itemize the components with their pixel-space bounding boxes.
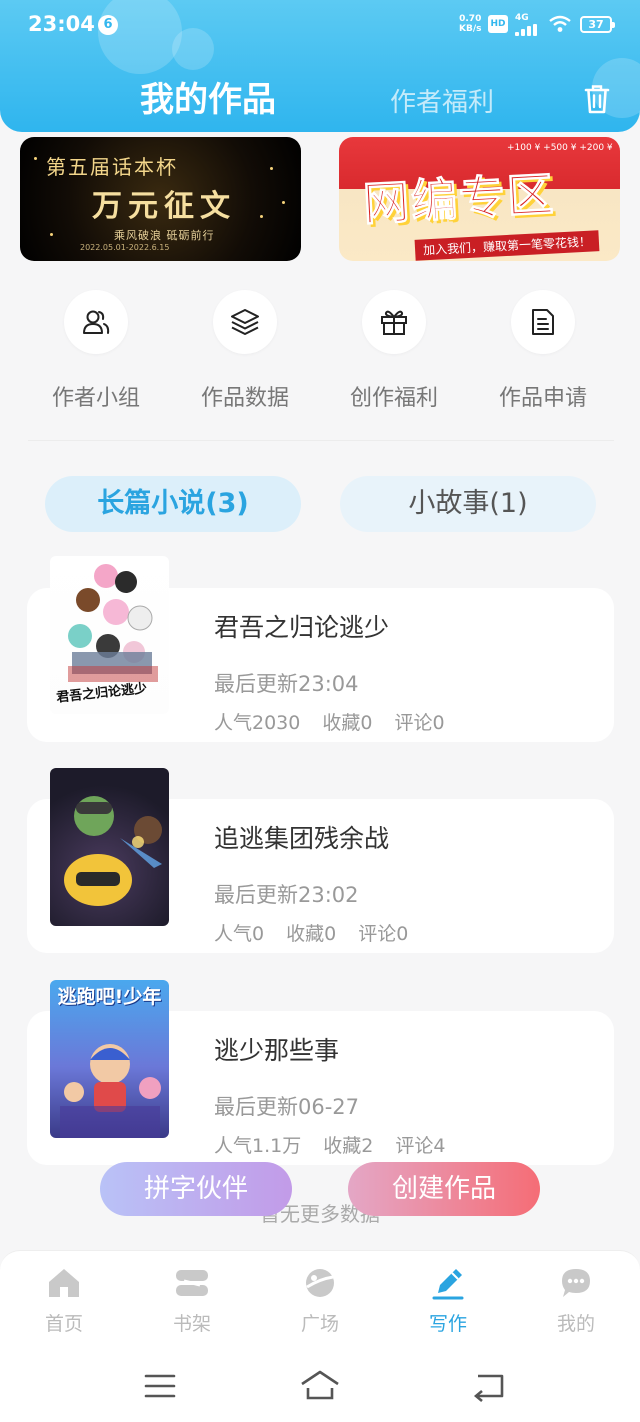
nav-item-me[interactable]: 我的 <box>512 1265 640 1345</box>
quick-item-label: 作品申请 <box>498 386 587 411</box>
net-speed-unit: KB/s <box>459 24 482 34</box>
quick-item-creation-benefits[interactable]: 创作福利 <box>318 290 468 411</box>
work-title: 君吾之归论逃少 <box>214 613 390 642</box>
nav-label: 书架 <box>172 1313 211 1335</box>
work-title: 逃少那些事 <box>214 1036 340 1065</box>
nav-label: 广场 <box>300 1313 339 1335</box>
nav-label: 写作 <box>428 1313 467 1335</box>
users-icon <box>64 290 128 354</box>
banner-editor-points: +100 ¥ +500 ¥ +200 ¥ <box>507 143 613 153</box>
status-time: 23:04 <box>28 12 95 36</box>
work-popularity: 人气2030 <box>214 712 301 734</box>
status-bar: 23:04 6 0.70 KB/s HD 4G 37 <box>0 0 640 50</box>
bottom-nav: 首页 书架 广场 写作 我的 <box>0 1250 640 1346</box>
layers-icon <box>213 290 277 354</box>
menu-icon[interactable] <box>140 1368 180 1404</box>
system-nav-bar <box>0 1346 640 1422</box>
no-more-data: 暂无更多数据 <box>260 1202 380 1226</box>
work-cover-text: 逃跑吧!少年 <box>57 986 162 1008</box>
trash-icon[interactable] <box>580 82 614 116</box>
net-speed: 0.70 KB/s <box>459 14 481 34</box>
nav-label: 首页 <box>44 1313 83 1335</box>
tab-my-works[interactable]: 我的作品 <box>140 72 276 121</box>
banner-contest-dates: 2022.05.01-2022.6.15 <box>80 243 170 252</box>
net-speed-value: 0.70 <box>459 14 482 24</box>
nav-item-home[interactable]: 首页 <box>0 1265 128 1345</box>
work-cover-image[interactable]: 君吾之归论逃少 <box>50 556 169 714</box>
work-cover-image[interactable]: 逃跑吧!少年 <box>50 980 169 1138</box>
quick-item-label: 创作福利 <box>349 386 438 411</box>
planet-icon <box>306 1269 334 1297</box>
work-updated: 最后更新23:02 <box>214 883 359 907</box>
battery-icon: 37 <box>580 16 615 33</box>
nav-item-writing[interactable]: 写作 <box>384 1265 512 1345</box>
work-popularity: 人气0 <box>214 923 265 945</box>
work-updated: 最后更新23:04 <box>214 672 359 696</box>
signal-icon <box>515 24 543 36</box>
banner-editor-subtitle: 加入我们，赚取第一笔零花钱！ <box>414 230 600 261</box>
chat-bubble-icon <box>562 1269 590 1297</box>
nav-item-plaza[interactable]: 广场 <box>256 1265 384 1345</box>
work-comments: 评论0 <box>358 923 409 945</box>
gift-icon <box>362 290 426 354</box>
quick-item-work-application[interactable]: 作品申请 <box>467 290 617 411</box>
contest-banner[interactable]: 第五届话本杯 万元征文 乘风破浪 砥砺前行 2022.05.01-2022.6.… <box>20 137 301 261</box>
quick-item-label: 作品数据 <box>200 386 289 411</box>
tab-short-stories[interactable]: 小故事(1) <box>340 476 596 532</box>
top-header: 23:04 6 0.70 KB/s HD 4G 37 我的作品 作者福利 <box>0 0 640 132</box>
wifi-icon <box>549 15 571 32</box>
work-title: 追逃集团残余战 <box>214 824 390 853</box>
network-type: 4G <box>515 13 529 23</box>
work-cover-image[interactable] <box>50 768 169 926</box>
editor-zone-banner[interactable]: +100 ¥ +500 ¥ +200 ¥ 网编专区 加入我们，赚取第一笔零花钱！ <box>339 137 620 261</box>
back-icon[interactable] <box>468 1368 508 1404</box>
work-comments: 评论4 <box>395 1135 446 1157</box>
work-stats: 人气1.1万 收藏2 评论4 <box>214 1131 467 1158</box>
banner-contest-title: 万元征文 <box>92 189 236 224</box>
document-icon <box>511 290 575 354</box>
work-comments: 评论0 <box>394 712 445 734</box>
home-system-icon[interactable] <box>300 1368 340 1404</box>
notification-count-badge: 6 <box>98 15 118 35</box>
pen-icon <box>432 1269 464 1300</box>
quick-menu: 作者小组 作品数据 创作福利 作品申请 <box>20 290 620 411</box>
nav-item-bookshelf[interactable]: 书架 <box>128 1265 256 1345</box>
nav-label: 我的 <box>556 1313 595 1335</box>
hd-icon: HD <box>488 15 508 33</box>
work-stats: 人气0 收藏0 评论0 <box>214 919 430 946</box>
work-updated: 最后更新06-27 <box>214 1095 360 1119</box>
work-stats: 人气2030 收藏0 评论0 <box>214 708 467 735</box>
divider <box>28 440 614 441</box>
work-popularity: 人气1.1万 <box>214 1135 302 1157</box>
tab-author-benefits[interactable]: 作者福利 <box>390 82 494 119</box>
bookshelf-icon <box>176 1270 208 1296</box>
work-favorites: 收藏0 <box>286 923 337 945</box>
tab-long-novels[interactable]: 长篇小说(3) <box>45 476 301 532</box>
create-work-button[interactable]: 创建作品 <box>348 1162 540 1216</box>
banner-contest-slogan: 乘风破浪 砥砺前行 <box>114 229 215 242</box>
home-icon <box>49 1269 79 1297</box>
banner-editor-title: 网编专区 <box>361 167 557 232</box>
work-favorites: 收藏0 <box>322 712 373 734</box>
banner-contest-subtitle: 第五届话本杯 <box>46 155 178 179</box>
quick-item-author-group[interactable]: 作者小组 <box>20 290 170 411</box>
quick-item-label: 作者小组 <box>51 386 140 411</box>
pinzi-partner-button[interactable]: 拼字伙伴 <box>100 1162 292 1216</box>
quick-item-work-data[interactable]: 作品数据 <box>169 290 319 411</box>
work-favorites: 收藏2 <box>323 1135 374 1157</box>
